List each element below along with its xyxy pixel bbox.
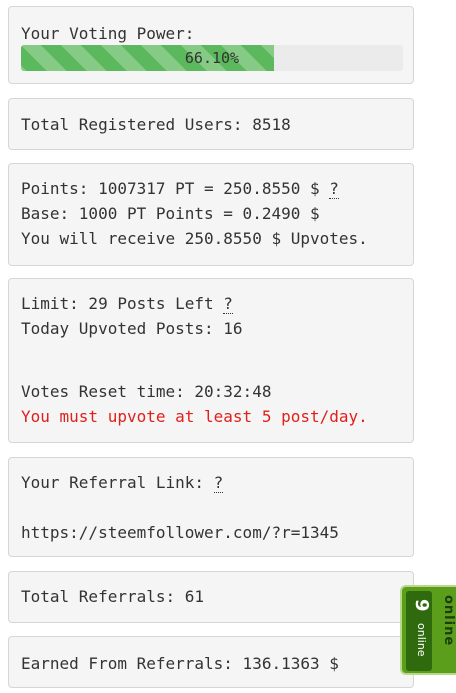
voting-power-percent: 66.10% bbox=[184, 49, 240, 67]
referral-link-panel: Your Referral Link: ? https://steemfollo… bbox=[8, 457, 414, 557]
limit-line: Limit: 29 Posts Left ? bbox=[21, 291, 401, 316]
votes-reset-line: Votes Reset time: 20:32:48 bbox=[21, 382, 272, 401]
total-referrals-panel: Total Referrals: 61 bbox=[8, 571, 414, 623]
total-referrals-text: Total Referrals: 61 bbox=[21, 587, 205, 606]
voting-power-panel: Your Voting Power: 66.10% bbox=[8, 6, 414, 84]
points-panel: Points: 1007317 PT = 250.8550 $ ? Base: … bbox=[8, 163, 414, 266]
referral-label: Your Referral Link: bbox=[21, 473, 205, 492]
registered-users-text: Total Registered Users: 8518 bbox=[21, 115, 291, 134]
points-line: Points: 1007317 PT = 250.8550 $ ? bbox=[21, 176, 401, 201]
earned-referrals-text: Earned From Referrals: 136.1363 $ bbox=[21, 654, 339, 673]
referral-label-line: Your Referral Link: ? bbox=[21, 470, 401, 495]
online-count: 9 bbox=[411, 599, 432, 612]
base-points-line: Base: 1000 PT Points = 0.2490 $ bbox=[21, 204, 320, 223]
posts-left-text: Limit: 29 Posts Left bbox=[21, 294, 214, 313]
points-help[interactable]: ? bbox=[329, 179, 339, 199]
upvote-warning: You must upvote at least 5 post/day. bbox=[21, 407, 368, 426]
voting-power-progress: 66.10% bbox=[21, 45, 403, 71]
referral-link[interactable]: https://steemfollower.com/?r=1345 bbox=[21, 520, 401, 545]
points-value: Points: 1007317 PT = 250.8550 $ bbox=[21, 179, 320, 198]
online-side-label: online bbox=[441, 595, 456, 647]
today-upvoted-line: Today Upvoted Posts: 16 bbox=[21, 319, 243, 338]
registered-users-panel: Total Registered Users: 8518 bbox=[8, 98, 414, 150]
voting-power-label: Your Voting Power: bbox=[21, 24, 195, 43]
limit-help[interactable]: ? bbox=[223, 294, 233, 314]
referral-help[interactable]: ? bbox=[213, 473, 224, 493]
receive-upvotes-line: You will receive 250.8550 $ Upvotes. bbox=[21, 229, 368, 248]
limit-panel: Limit: 29 Posts Left ? Today Upvoted Pos… bbox=[8, 278, 414, 443]
online-count-label: online bbox=[415, 623, 428, 657]
online-counter-widget[interactable]: 9 online online bbox=[400, 585, 456, 675]
earned-referrals-panel: Earned From Referrals: 136.1363 $ bbox=[8, 636, 414, 688]
